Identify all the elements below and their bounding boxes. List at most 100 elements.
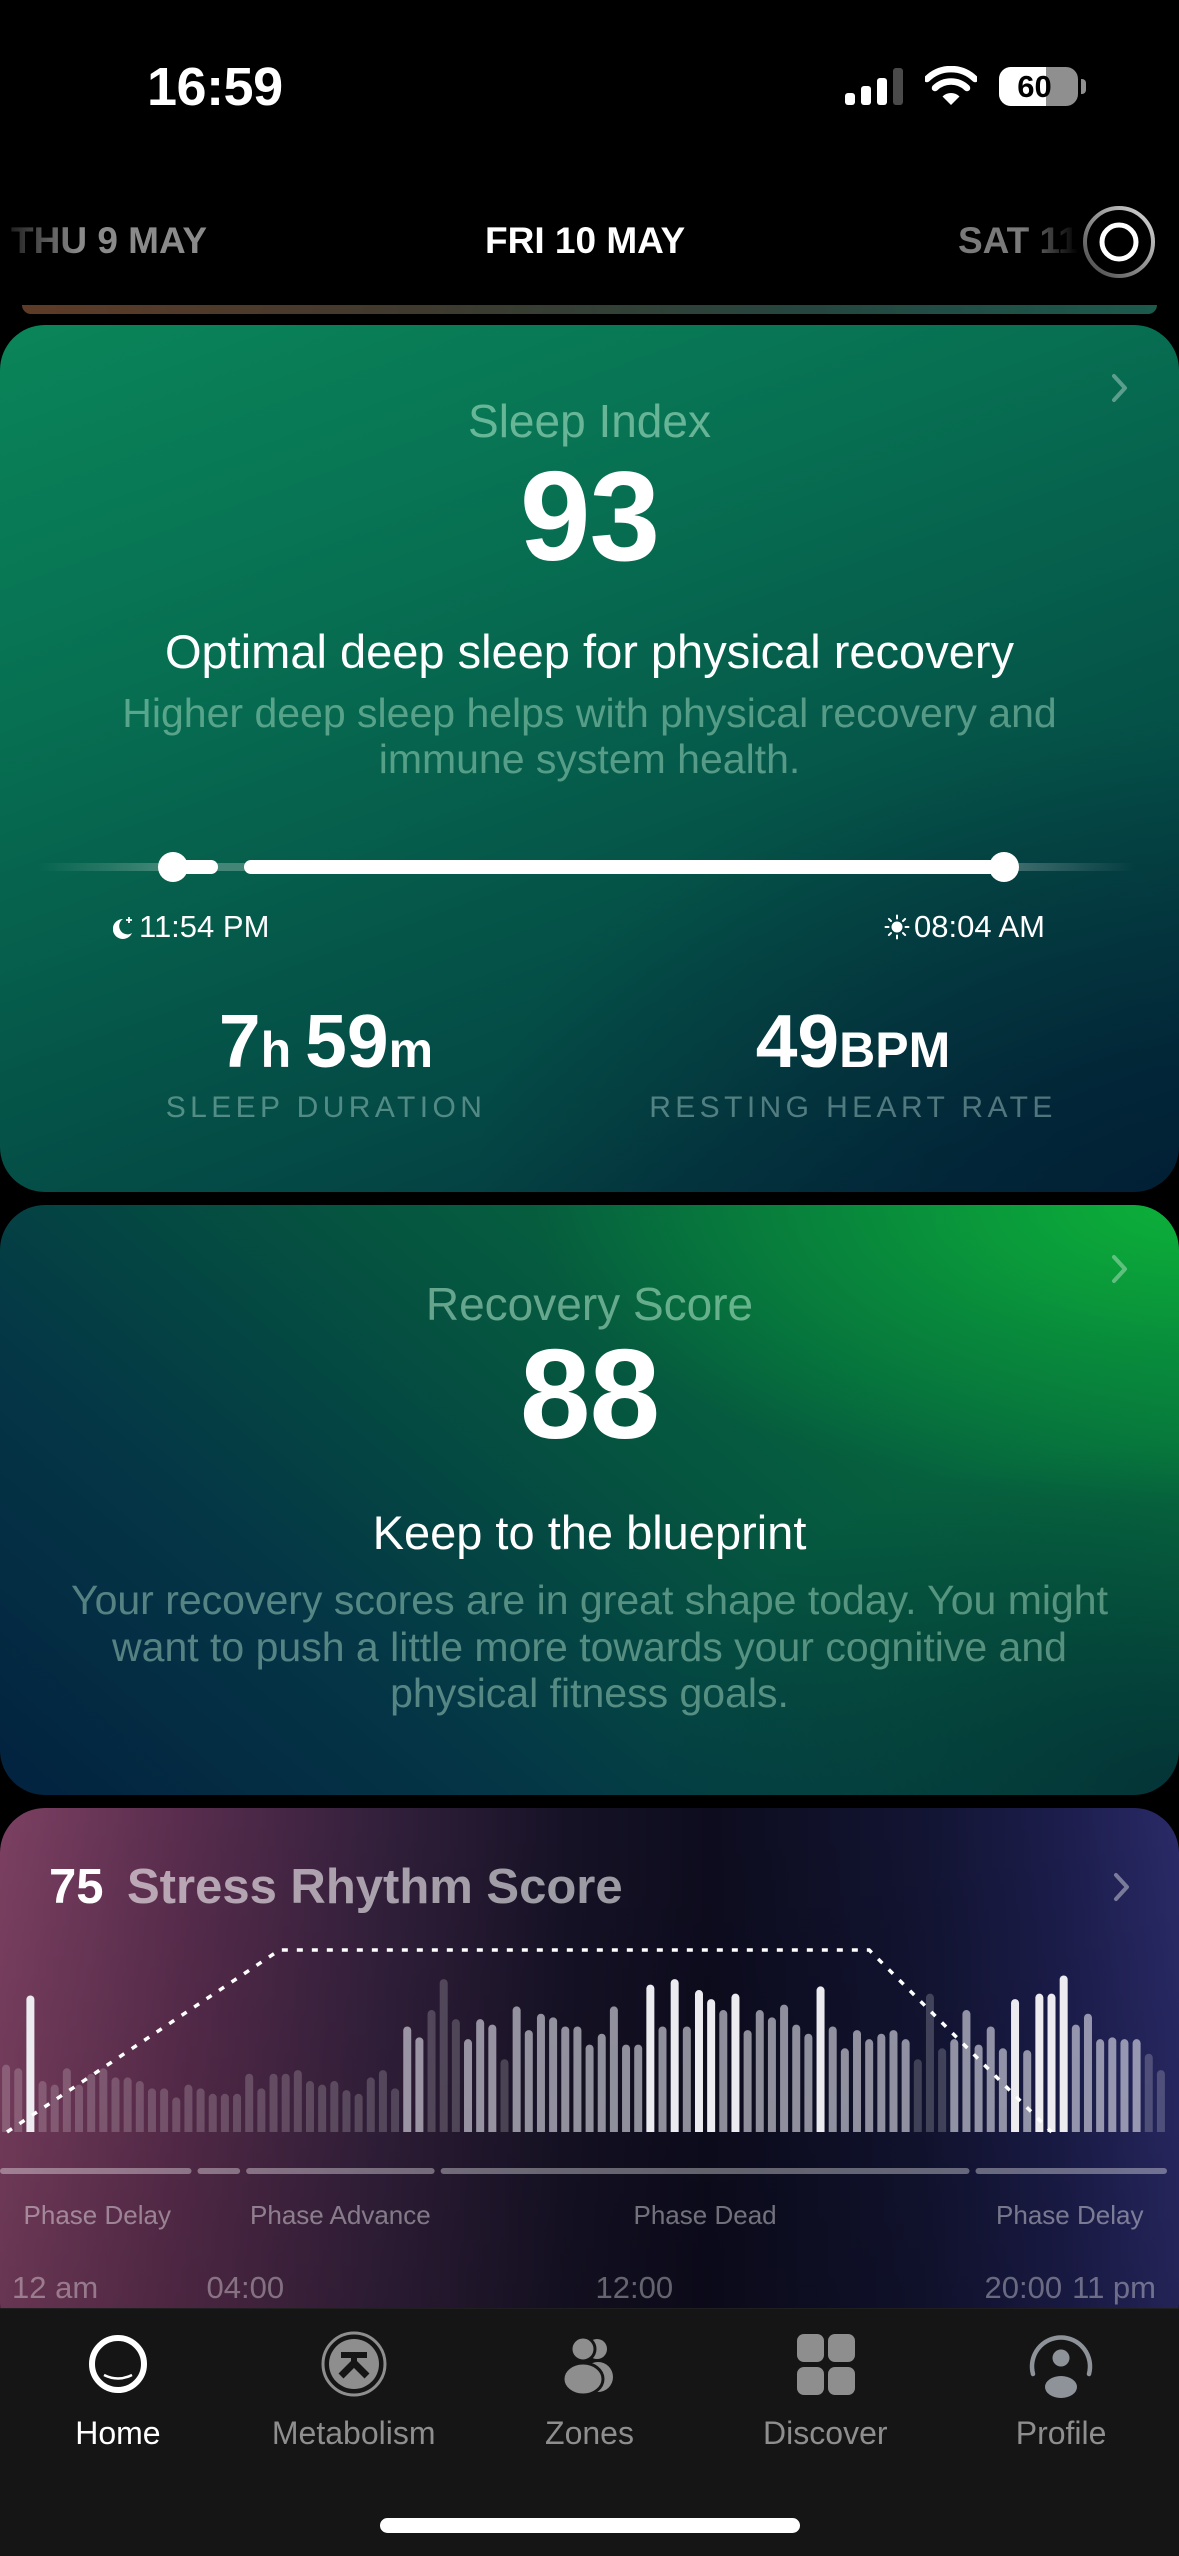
tab-bar: Home Metabolism Zones Discover Profile <box>0 2308 1179 2556</box>
discover-grid-icon <box>797 2334 856 2395</box>
stress-bar <box>75 2084 84 2132</box>
date-current[interactable]: FRI 10 MAY <box>485 219 685 263</box>
tab-profile[interactable]: Profile <box>943 2309 1179 2479</box>
moon-icon <box>113 917 132 939</box>
stress-bar <box>792 2024 801 2132</box>
ring-icon[interactable] <box>1081 204 1157 280</box>
duration-minutes-unit: m <box>388 1022 434 1078</box>
x-tick-label: 12:00 <box>595 2270 674 2305</box>
tab-discover[interactable]: Discover <box>707 2309 943 2479</box>
phase-segment <box>197 2168 241 2174</box>
date-next[interactable]: SAT 11 <box>958 219 1078 263</box>
stress-bar <box>1083 2013 1092 2132</box>
stress-bar <box>962 2010 971 2132</box>
tab-metabolism[interactable]: Metabolism <box>236 2309 472 2479</box>
x-tick-label: 11 pm <box>1072 2270 1156 2305</box>
stress-rhythm-card[interactable]: 75 Stress Rhythm Score Phase Delay Phase… <box>0 1808 1179 2348</box>
stress-bar <box>160 2088 169 2132</box>
stress-bar <box>622 2044 631 2132</box>
stress-bar <box>1096 2039 1105 2132</box>
stress-bar <box>123 2077 132 2132</box>
sleep-duration-value: 7h 59m <box>76 1001 576 1090</box>
stress-bar <box>281 2073 290 2132</box>
home-screen: 16:59 60 THU 9 MAY FRI 10 MAY SAT 11 Sle… <box>0 0 1179 2556</box>
stress-chart <box>0 1948 1167 2174</box>
chevron-right-icon[interactable] <box>1112 1871 1132 1903</box>
recovery-score: 88 <box>519 1323 660 1465</box>
tab-label: Home <box>75 2415 161 2451</box>
stress-bar <box>391 2088 400 2132</box>
tab-label: Zones <box>545 2415 634 2451</box>
phase-label: Phase Dead <box>633 2200 777 2230</box>
stress-bar <box>500 2059 509 2132</box>
stress-bar <box>196 2088 205 2132</box>
stress-bar <box>476 2019 485 2132</box>
battery-nub <box>1081 79 1086 94</box>
resting-heart-rate-value: 49BPM <box>603 1001 1103 1090</box>
stress-bar <box>378 2070 387 2132</box>
stress-bar <box>1059 1975 1068 2132</box>
recovery-score-card[interactable]: Recovery Score 88 Keep to the blueprint … <box>0 1205 1179 1795</box>
stress-bar <box>889 2030 898 2132</box>
stress-bar <box>1035 1993 1044 2132</box>
heart-rate-number: 49 <box>755 999 840 1083</box>
stress-bar <box>318 2084 327 2132</box>
stress-bar <box>257 2088 266 2132</box>
stress-bar <box>87 2073 96 2132</box>
stress-bar <box>694 1990 703 2132</box>
card-headline: Optimal deep sleep for physical recovery <box>164 625 1014 678</box>
stress-bar <box>585 2044 594 2132</box>
stress-bar <box>658 2026 667 2132</box>
stress-bars <box>2 1975 1165 2132</box>
stress-bar <box>780 2004 789 2132</box>
stress-bar <box>50 2084 59 2132</box>
tab-label: Profile <box>1015 2415 1107 2451</box>
stress-bar <box>998 2048 1007 2132</box>
duration-minutes: 59 <box>305 999 389 1083</box>
stress-bar <box>853 2030 862 2132</box>
stress-bar <box>220 2093 229 2132</box>
date-previous[interactable]: THU 9 MAY <box>11 219 207 263</box>
resting-heart-rate-stat: 49BPM RESTING HEART RATE <box>603 1001 1103 1126</box>
zones-people-icon <box>561 2335 614 2397</box>
sleep-timeline <box>0 852 1179 882</box>
stress-bar <box>901 2039 910 2132</box>
stress-bar <box>731 1993 740 2132</box>
stress-bar <box>427 2010 436 2132</box>
stress-bar <box>512 2006 521 2132</box>
stress-bar <box>986 2026 995 2132</box>
stress-score: 75 <box>49 1860 104 1914</box>
bedtime: 11:54 PM <box>113 909 269 945</box>
stress-bar <box>147 2088 156 2132</box>
stress-bar <box>135 2081 144 2132</box>
sleep-segment <box>243 860 1004 874</box>
stress-bar <box>330 2081 339 2132</box>
stress-bar <box>743 2030 752 2132</box>
stress-bar <box>573 2026 582 2132</box>
stress-bar <box>111 2077 120 2132</box>
phase-label: Phase Advance <box>250 2200 431 2230</box>
sleep-score: 93 <box>519 445 660 587</box>
stress-bar <box>634 2044 643 2132</box>
stress-bar <box>451 2019 460 2132</box>
tab-home[interactable]: Home <box>0 2309 236 2479</box>
stress-bar <box>804 2033 813 2132</box>
stress-bar <box>536 2013 545 2132</box>
stress-bar <box>767 2017 776 2132</box>
duration-hours-unit: h <box>260 1022 292 1078</box>
stress-bar <box>877 2033 886 2132</box>
previous-card-edge <box>22 305 1157 314</box>
phase-segment <box>0 2168 192 2174</box>
phase-label: Phase Delay <box>23 2200 171 2230</box>
tab-zones[interactable]: Zones <box>472 2309 708 2479</box>
bedtime-label: 11:54 PM <box>139 909 270 944</box>
sleep-index-card[interactable]: Sleep Index 93 Optimal deep sleep for ph… <box>0 325 1179 1192</box>
stress-bar <box>184 2084 193 2132</box>
stress-bar <box>816 1986 825 2132</box>
home-indicator[interactable] <box>380 2518 800 2533</box>
phase-label: Phase Delay <box>996 2200 1144 2230</box>
x-tick-label: 04:00 <box>206 2270 285 2305</box>
stress-bar <box>840 2048 849 2132</box>
stress-bar <box>938 2048 947 2132</box>
stress-bar <box>682 2026 691 2132</box>
